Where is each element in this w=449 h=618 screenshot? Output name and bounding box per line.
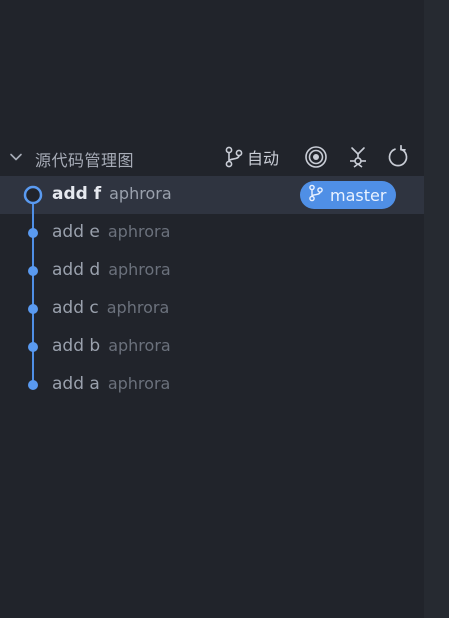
graph-header[interactable]: 源代码管理图 自动	[0, 140, 424, 176]
branch-badge-master[interactable]: master	[300, 181, 397, 209]
commit-author: aphrora	[108, 260, 171, 279]
auto-label: 自动	[247, 149, 280, 168]
git-branch-icon	[308, 184, 324, 206]
branch-name: master	[330, 185, 387, 205]
commit-row-add-a[interactable]: add a aphrora	[0, 366, 424, 404]
graph-title: 源代码管理图	[35, 151, 135, 170]
commit-row-add-c[interactable]: add c aphrora	[0, 290, 424, 328]
source-control-graph-panel: 源代码管理图 自动 add f aphrora master add e aph…	[0, 0, 424, 618]
commit-row-add-f[interactable]: add f aphrora master	[0, 176, 424, 214]
commit-message: add d	[52, 260, 101, 280]
commit-row-add-b[interactable]: add b aphrora	[0, 328, 424, 366]
fetch-button[interactable]	[346, 145, 370, 169]
scrollbar-track[interactable]	[424, 0, 449, 618]
fetch-icon	[346, 145, 370, 169]
commit-row-add-d[interactable]: add d aphrora	[0, 252, 424, 290]
commit-row-add-e[interactable]: add e aphrora	[0, 214, 424, 252]
commit-author: aphrora	[107, 222, 171, 241]
go-to-current-button[interactable]	[304, 145, 328, 169]
commit-author: aphrora	[106, 298, 170, 317]
auto-branch-button[interactable]: 自动	[224, 145, 279, 169]
target-icon	[304, 145, 328, 169]
commit-author: aphrora	[108, 336, 171, 355]
refresh-button[interactable]	[386, 145, 410, 169]
commit-message: add c	[52, 298, 99, 318]
refresh-icon	[386, 145, 410, 169]
commit-message: add f	[52, 184, 102, 204]
commit-author: aphrora	[107, 374, 171, 393]
chevron-down-icon[interactable]	[8, 149, 24, 165]
git-branch-icon	[224, 146, 244, 168]
commit-author: aphrora	[109, 184, 172, 203]
commit-message: add a	[52, 374, 100, 394]
commit-message: add e	[52, 222, 100, 242]
commit-message: add b	[52, 336, 101, 356]
